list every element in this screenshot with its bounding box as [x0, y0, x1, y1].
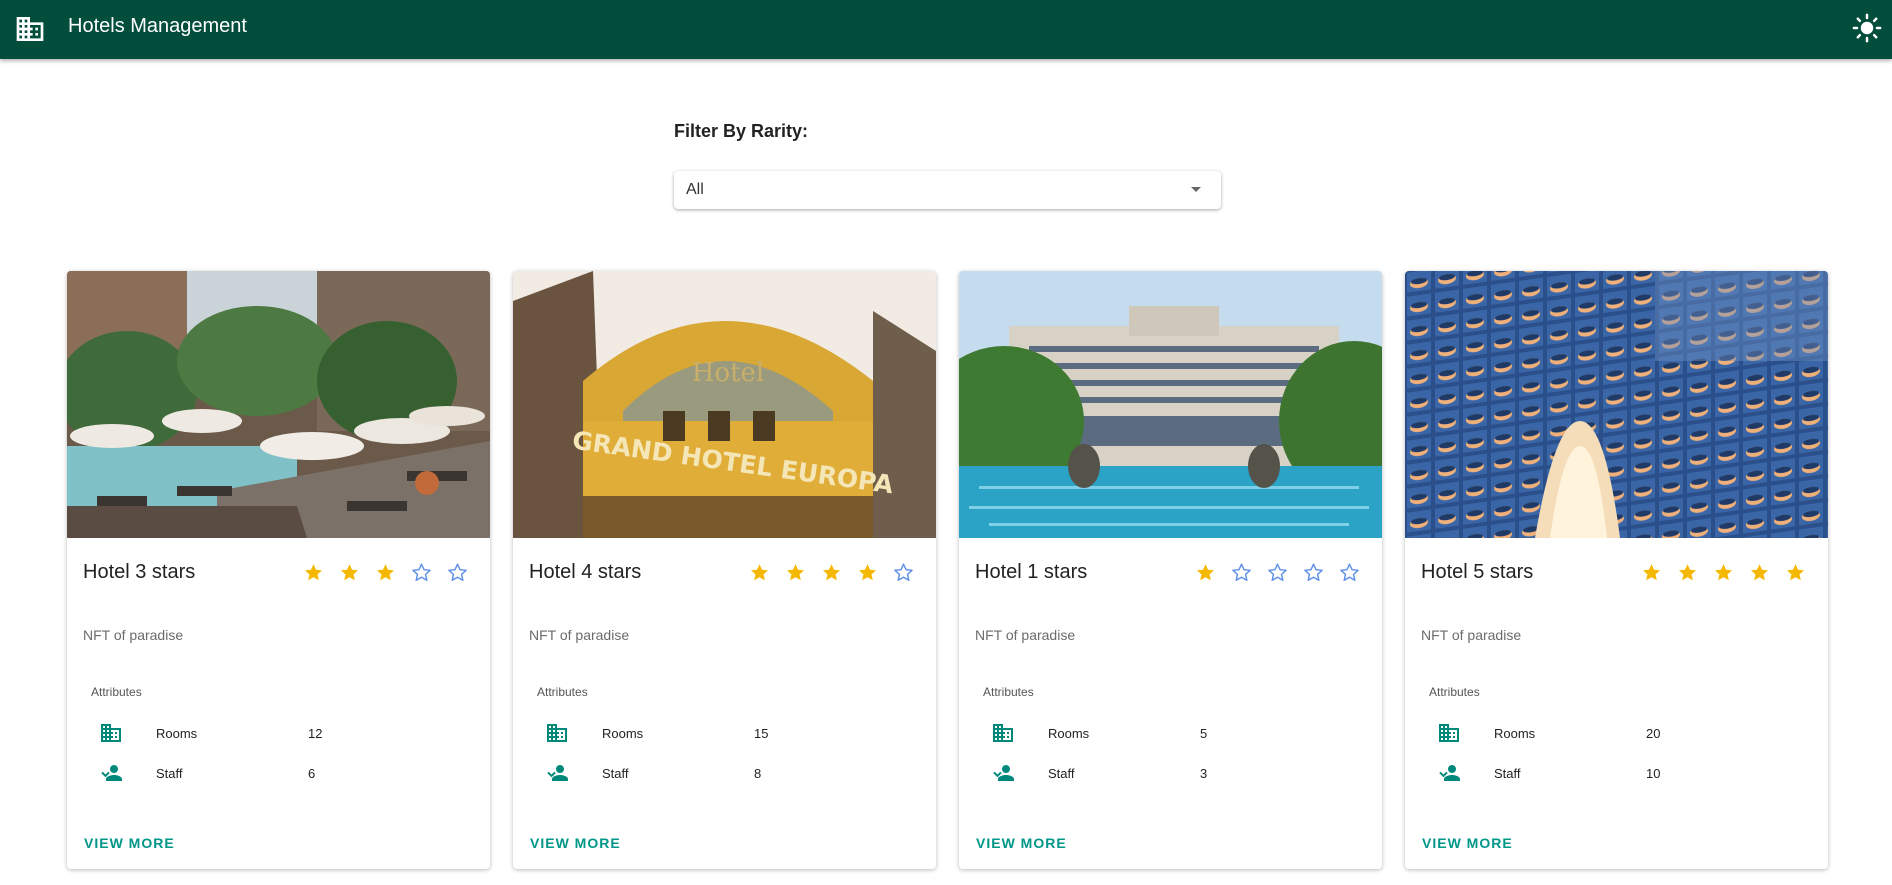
staff-value: 10	[1646, 766, 1661, 781]
star-filled-icon[interactable]	[367, 559, 403, 585]
app-title: Hotels Management	[68, 15, 247, 37]
rooms-attribute: Rooms 5	[991, 721, 1351, 745]
star-filled-icon[interactable]	[1633, 559, 1669, 585]
attributes-title: Attributes	[1429, 685, 1480, 699]
star-filled-icon[interactable]	[1669, 559, 1705, 585]
star-filled-icon[interactable]	[1187, 559, 1223, 585]
star-filled-icon[interactable]	[849, 559, 885, 585]
rooms-attribute: Rooms 20	[1437, 721, 1797, 745]
hotel-photo-palace-pool	[959, 271, 1382, 538]
hotel-description: NFT of paradise	[529, 627, 630, 643]
chevron-down-icon	[1191, 187, 1201, 192]
staff-value: 3	[1200, 766, 1208, 781]
hotel-description: NFT of paradise	[1421, 627, 1522, 643]
staff-attribute: Staff 8	[545, 761, 905, 785]
star-filled-icon[interactable]	[1777, 559, 1813, 585]
star-filled-icon[interactable]	[1705, 559, 1741, 585]
hotel-description: NFT of paradise	[975, 627, 1076, 643]
building-icon	[1439, 724, 1459, 742]
star-filled-icon[interactable]	[331, 559, 367, 585]
star-outline-icon[interactable]	[1259, 559, 1295, 585]
rooms-attribute: Rooms 12	[99, 721, 459, 745]
hotel-card: Hotel GRAND HOTEL EUROPA Hotel 4 stars N…	[513, 271, 936, 869]
staff-attribute: Staff 6	[99, 761, 459, 785]
star-outline-icon[interactable]	[439, 559, 475, 585]
hotel-card: Hotel 1 stars NFT of paradise Attributes…	[959, 271, 1382, 869]
rooms-value: 15	[754, 726, 769, 741]
photo-sign-hotel: Hotel	[692, 358, 764, 388]
star-outline-icon[interactable]	[403, 559, 439, 585]
star-filled-icon[interactable]	[813, 559, 849, 585]
rooms-value: 5	[1200, 726, 1208, 741]
star-rating[interactable]	[1187, 559, 1367, 585]
star-filled-icon[interactable]	[295, 559, 331, 585]
hotel-name: Hotel 3 stars	[83, 561, 196, 583]
staff-value: 8	[754, 766, 762, 781]
staff-attribute: Staff 10	[1437, 761, 1797, 785]
hotel-card: Hotel 3 stars NFT of paradise Attributes…	[67, 271, 490, 869]
attributes-title: Attributes	[983, 685, 1034, 699]
people-check-icon	[993, 765, 1014, 781]
star-outline-icon[interactable]	[1223, 559, 1259, 585]
building-icon	[101, 724, 121, 742]
building-icon	[547, 724, 567, 742]
sun-icon[interactable]	[1852, 13, 1882, 43]
star-outline-icon[interactable]	[885, 559, 921, 585]
star-rating[interactable]	[1633, 559, 1813, 585]
staff-label: Staff	[602, 766, 629, 781]
rooms-value: 12	[308, 726, 323, 741]
star-filled-icon[interactable]	[777, 559, 813, 585]
staff-value: 6	[308, 766, 316, 781]
rarity-select[interactable]: All	[674, 171, 1221, 209]
hotel-description: NFT of paradise	[83, 627, 184, 643]
rooms-label: Rooms	[602, 726, 644, 741]
rooms-label: Rooms	[1494, 726, 1536, 741]
hotel-photo-resort-pool	[67, 271, 490, 538]
view-more-button[interactable]: VIEW MORE	[1422, 835, 1513, 851]
star-filled-icon[interactable]	[1741, 559, 1777, 585]
hotel-card: Hotel 5 stars NFT of paradise Attributes…	[1405, 271, 1828, 869]
star-filled-icon[interactable]	[741, 559, 777, 585]
staff-label: Staff	[1494, 766, 1521, 781]
star-outline-icon[interactable]	[1331, 559, 1367, 585]
rarity-select-value: All	[686, 181, 704, 198]
rooms-label: Rooms	[156, 726, 198, 741]
staff-label: Staff	[1048, 766, 1075, 781]
hotel-name: Hotel 4 stars	[529, 561, 642, 583]
hotel-photo-grand-hotel-europa: Hotel GRAND HOTEL EUROPA	[513, 271, 936, 538]
view-more-button[interactable]: VIEW MORE	[530, 835, 621, 851]
people-check-icon	[1439, 765, 1460, 781]
star-rating[interactable]	[295, 559, 475, 585]
star-rating[interactable]	[741, 559, 921, 585]
building-icon	[993, 724, 1013, 742]
rooms-attribute: Rooms 15	[545, 721, 905, 745]
hotel-name: Hotel 1 stars	[975, 561, 1088, 583]
hotel-name: Hotel 5 stars	[1421, 561, 1534, 583]
people-check-icon	[101, 765, 122, 781]
star-outline-icon[interactable]	[1295, 559, 1331, 585]
staff-label: Staff	[156, 766, 183, 781]
view-more-button[interactable]: VIEW MORE	[84, 835, 175, 851]
rooms-label: Rooms	[1048, 726, 1090, 741]
hotel-photo-glass-facade	[1405, 271, 1828, 538]
attributes-title: Attributes	[537, 685, 588, 699]
filter-label: Filter By Rarity:	[674, 121, 809, 141]
attributes-title: Attributes	[91, 685, 142, 699]
view-more-button[interactable]: VIEW MORE	[976, 835, 1067, 851]
staff-attribute: Staff 3	[991, 761, 1351, 785]
app-bar: Hotels Management	[0, 0, 1892, 59]
people-check-icon	[547, 765, 568, 781]
rooms-value: 20	[1646, 726, 1661, 741]
building-icon	[16, 17, 44, 41]
